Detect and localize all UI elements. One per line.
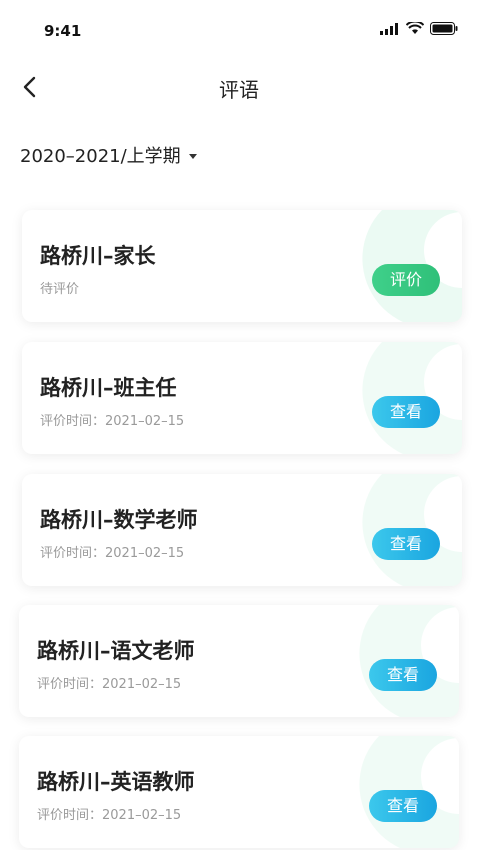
card-title: 路桥川–数学老师 [40,508,198,532]
view-button[interactable]: 查看 [369,659,437,691]
wifi-icon [406,22,424,34]
caret-down-icon [188,154,197,159]
status-bar: 9:41 [0,0,478,60]
card-title: 路桥川–英语教师 [37,770,195,794]
term-selector[interactable]: 2020–2021/上学期 [20,142,197,168]
comment-card[interactable]: 路桥川–家长待评价 评价 [22,210,462,322]
evaluate-button[interactable]: 评价 [372,264,440,296]
comment-card[interactable]: 路桥川–数学老师评价时间：2021–02–15 查看 [22,474,462,586]
card-subtitle: 评价时间：2021–02–15 [40,546,185,561]
comment-card[interactable]: 路桥川–英语教师评价时间：2021–02–15 查看 [19,736,459,848]
comment-card[interactable]: 路桥川–班主任评价时间：2021–02–15 查看 [22,342,462,454]
view-button[interactable]: 查看 [372,396,440,428]
battery-icon [430,22,458,35]
comment-card[interactable]: 路桥川–语文老师评价时间：2021–02–15 查看 [19,605,459,717]
view-button[interactable]: 查看 [369,790,437,822]
nav-bar: 评语 [0,62,478,112]
card-title: 路桥川–班主任 [40,376,177,400]
status-icons [380,22,458,35]
card-subtitle: 评价时间：2021–02–15 [40,414,185,429]
card-subtitle: 评价时间：2021–02–15 [37,808,182,823]
view-button[interactable]: 查看 [372,528,440,560]
page-title: 评语 [219,78,259,102]
card-title: 路桥川–家长 [40,244,156,268]
term-label: 2020–2021/上学期 [20,146,181,167]
card-title: 路桥川–语文老师 [37,639,195,663]
card-subtitle: 评价时间：2021–02–15 [37,677,182,692]
signal-icon [380,22,398,35]
card-subtitle: 待评价 [40,282,80,297]
status-time: 9:41 [44,22,82,40]
